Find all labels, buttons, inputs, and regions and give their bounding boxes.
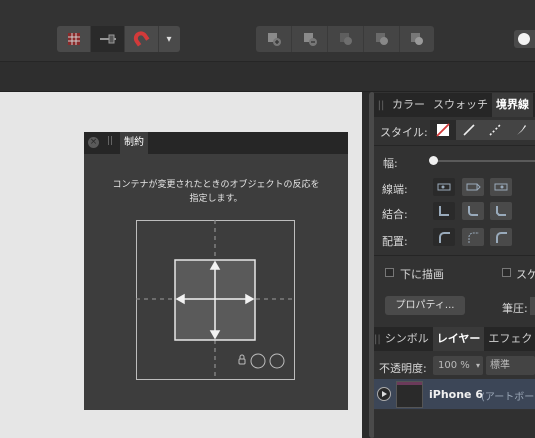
- pressure-button[interactable]: [530, 297, 535, 315]
- close-icon[interactable]: ×: [88, 137, 99, 148]
- divider: [374, 255, 535, 256]
- xor-button[interactable]: [364, 26, 400, 52]
- baseline-snap-button[interactable]: [91, 26, 125, 52]
- dashed-line-icon: [489, 124, 501, 136]
- draw-behind-label: 下に描画: [400, 268, 444, 281]
- opacity-select[interactable]: 100 % ▾: [433, 356, 483, 375]
- tab-color[interactable]: カラー: [388, 93, 429, 117]
- divider: [374, 145, 535, 146]
- join-miter-icon: [439, 206, 449, 216]
- align-outside-button[interactable]: [490, 228, 512, 246]
- align-label: 配置:: [382, 235, 408, 248]
- join-bevel-button[interactable]: [490, 202, 512, 220]
- cap-square-button[interactable]: [490, 178, 512, 196]
- drag-grip-icon[interactable]: ||: [374, 334, 381, 345]
- boolean-group: [256, 26, 434, 52]
- grid-snap-icon: [67, 33, 80, 45]
- layer-name: iPhone 6: [429, 388, 483, 401]
- cap-butt-icon: [437, 183, 451, 191]
- width-slider-track[interactable]: [433, 160, 535, 162]
- width-label: 幅:: [383, 157, 398, 170]
- divide-icon: [411, 33, 423, 45]
- toggle-knob-icon: [518, 33, 530, 45]
- intersect-button[interactable]: [328, 26, 364, 52]
- constraints-description-line2: 指定します。: [189, 194, 243, 204]
- no-stroke-button[interactable]: [430, 120, 456, 140]
- solid-line-button[interactable]: [456, 120, 482, 140]
- add-icon: [267, 33, 281, 46]
- layers-list-empty: [374, 410, 535, 438]
- play-icon: [382, 391, 387, 397]
- intersect-icon: [339, 33, 352, 45]
- draw-behind-checkbox[interactable]: [385, 268, 394, 277]
- tab-stroke[interactable]: 境界線: [492, 93, 533, 117]
- tab-effects[interactable]: エフェク: [484, 327, 535, 351]
- expand-icon[interactable]: [377, 387, 391, 401]
- stroke-panel-tabs: || カラー スウォッチ 境界線: [374, 93, 535, 117]
- cap-round-button[interactable]: [462, 178, 484, 196]
- magnet-icon: [133, 31, 149, 47]
- constraints-diagram: [136, 220, 295, 380]
- brush-icon: [517, 125, 526, 135]
- cap-square-icon: [494, 183, 508, 191]
- blend-mode-select[interactable]: 標準: [486, 356, 535, 375]
- add-button[interactable]: [256, 26, 292, 52]
- subtract-button[interactable]: [292, 26, 328, 52]
- tab-symbols[interactable]: シンボル: [381, 327, 433, 351]
- cap-round-icon: [466, 183, 481, 191]
- scale-label: スケ: [516, 268, 535, 281]
- dashed-line-button[interactable]: [482, 120, 508, 140]
- divide-button[interactable]: [400, 26, 434, 52]
- join-label: 結合:: [382, 208, 408, 221]
- tab-layers[interactable]: レイヤー: [432, 327, 485, 351]
- properties-button[interactable]: プロパティ...: [385, 296, 465, 315]
- join-bevel-icon: [496, 206, 506, 216]
- join-miter-button[interactable]: [433, 202, 455, 220]
- align-center-icon: [439, 232, 450, 243]
- chevron-down-icon: ▾: [475, 361, 480, 370]
- layer-type: (アートボー: [481, 392, 535, 403]
- solid-line-icon: [463, 124, 475, 136]
- scale-icon: [269, 353, 285, 369]
- magnet-button[interactable]: [125, 26, 159, 52]
- drag-grip-icon[interactable]: ||: [374, 100, 388, 111]
- cap-butt-button[interactable]: [433, 178, 455, 196]
- grid-snap-button[interactable]: [57, 26, 91, 52]
- xor-icon: [375, 33, 388, 45]
- scale-checkbox[interactable]: [502, 268, 511, 277]
- view-toggle-button[interactable]: [514, 30, 535, 48]
- snapping-group: ▾: [57, 26, 180, 52]
- brush-stroke-button[interactable]: [508, 120, 534, 140]
- align-center-button[interactable]: [433, 228, 455, 246]
- tab-swatches[interactable]: スウォッチ: [429, 93, 492, 117]
- align-inside-icon: [468, 232, 479, 243]
- pressure-label: 筆圧:: [502, 302, 528, 315]
- drag-grip-icon[interactable]: ||: [107, 136, 113, 146]
- no-stroke-icon: [436, 123, 450, 137]
- stroke-style-selector: [430, 120, 535, 140]
- snapping-dropdown[interactable]: ▾: [159, 26, 179, 52]
- lock-icon: [238, 358, 246, 365]
- style-label: スタイル:: [380, 126, 428, 139]
- join-round-button[interactable]: [462, 202, 484, 220]
- align-inside-button[interactable]: [462, 228, 484, 246]
- thumbnail-header: [397, 382, 422, 385]
- cap-label: 線端:: [382, 183, 408, 196]
- subtract-icon: [303, 33, 317, 46]
- layer-thumbnail: [396, 381, 423, 408]
- chevron-down-icon: ▾: [166, 33, 172, 45]
- move-icon: [250, 353, 266, 369]
- join-round-icon: [468, 206, 478, 216]
- baseline-snap-icon: [99, 34, 116, 44]
- constraints-description-line1: コンテナが変更されたときのオブジェクトの反応を: [112, 180, 320, 190]
- constraint-icons: [238, 353, 285, 369]
- context-toolbar: [0, 62, 535, 92]
- layers-panel-tabs: || シンボル レイヤー エフェク: [374, 327, 535, 351]
- align-outside-icon: [496, 232, 507, 243]
- width-slider-handle[interactable]: [429, 156, 438, 165]
- opacity-label: 不透明度:: [379, 362, 427, 375]
- opacity-value: 100 %: [438, 360, 470, 371]
- tab-constraints[interactable]: 制約: [120, 132, 148, 154]
